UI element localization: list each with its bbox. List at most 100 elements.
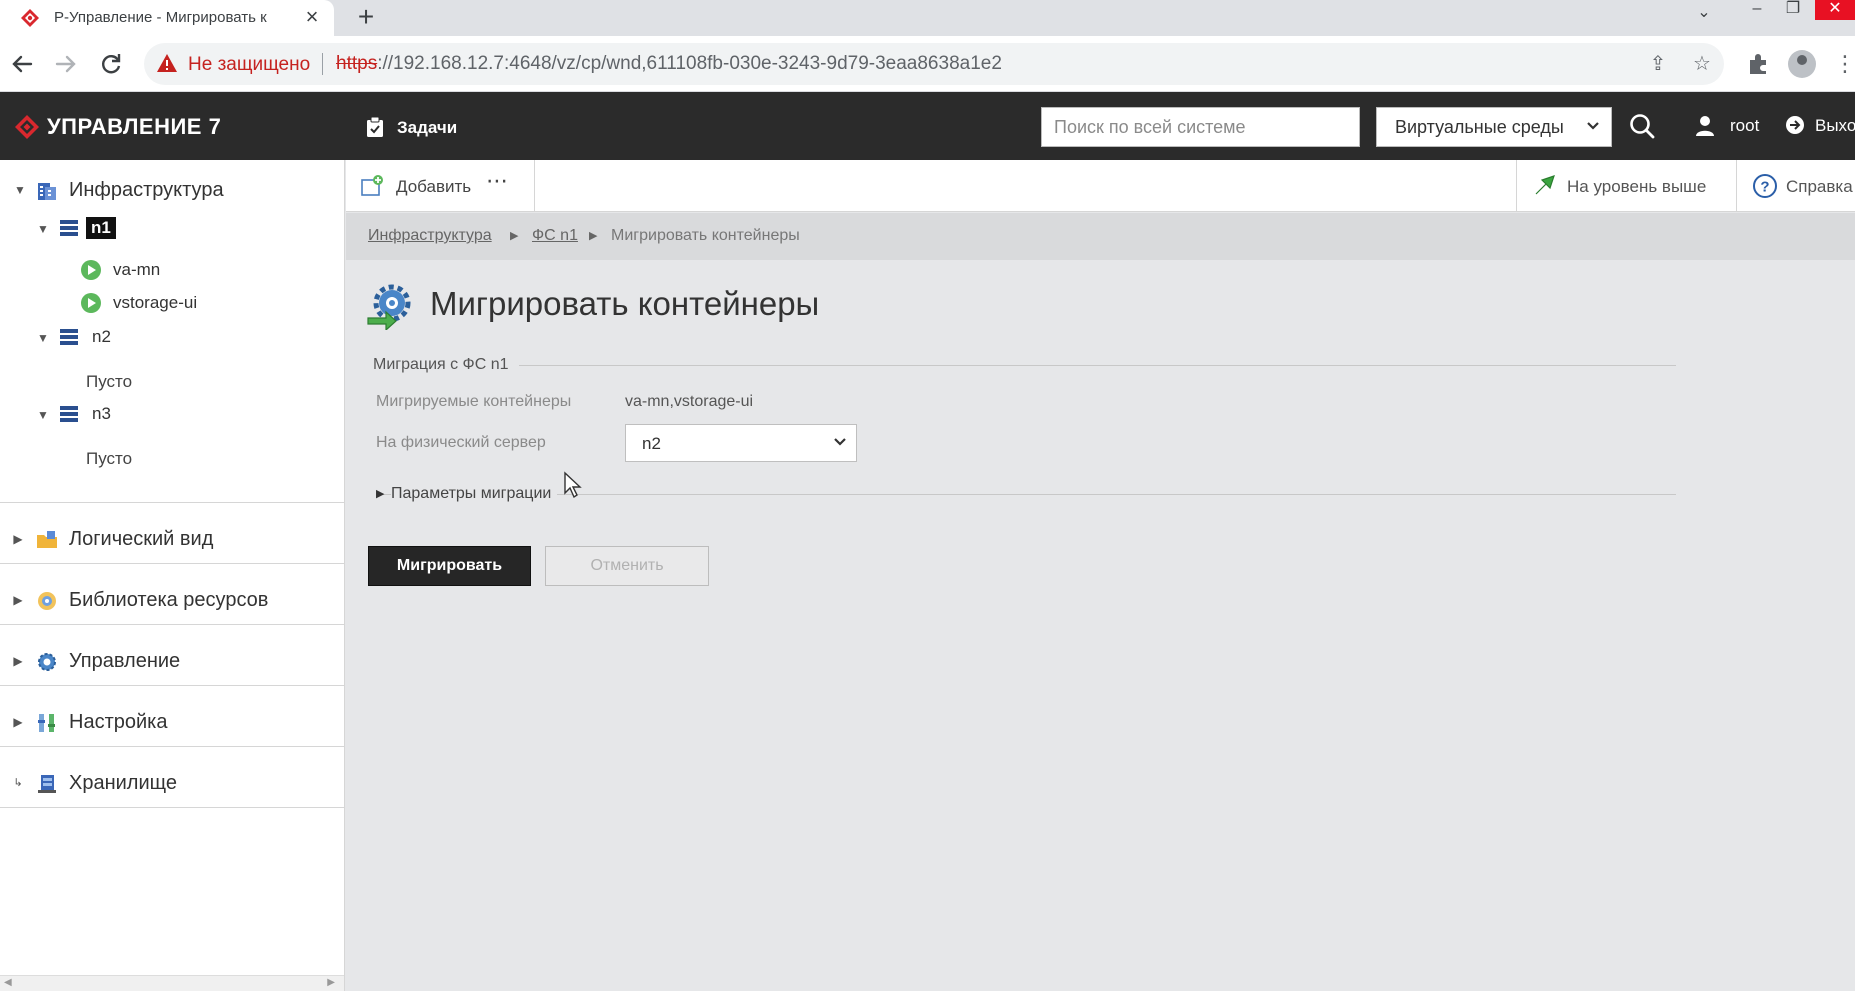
sidebar-section-logical-view[interactable]: Логический вид [69, 528, 213, 551]
empty-placeholder: Пусто [86, 449, 133, 468]
collapse-arrow-icon[interactable]: ▼ [36, 408, 50, 422]
app-favicon-icon [21, 9, 39, 27]
window-close-button[interactable]: ✕ [1815, 0, 1855, 20]
chevron-down-icon [834, 438, 846, 446]
chevron-down-icon [1587, 122, 1599, 130]
sidebar-horizontal-scrollbar[interactable]: ◀ ▶ [0, 975, 344, 991]
expand-arrow-icon[interactable]: ▶ [11, 654, 25, 668]
section-divider [0, 746, 344, 747]
tree-item-vstorage-ui[interactable]: vstorage-ui [113, 293, 197, 313]
target-server-label: На физический сервер [376, 434, 546, 451]
level-up-icon[interactable] [1532, 174, 1556, 198]
add-item-icon [361, 175, 383, 196]
extensions-puzzle-icon[interactable] [1744, 50, 1772, 78]
toolbar-divider [1736, 160, 1737, 212]
sidebar-section-management[interactable]: Управление [69, 650, 180, 673]
app-header: УПРАВЛЕНИЕ 7 Задачи Виртуальные среды ro… [0, 92, 1855, 160]
section-divider [0, 502, 344, 503]
search-icon[interactable] [1628, 112, 1656, 140]
global-search-input[interactable] [1041, 107, 1360, 147]
tree-item-n2[interactable]: n2 [92, 327, 111, 347]
library-icon [38, 592, 56, 610]
expand-arrow-icon[interactable]: ▼ [13, 183, 27, 197]
container-running-icon [81, 293, 101, 313]
breadcrumb-fs-n1[interactable]: ФС n1 [532, 227, 578, 245]
storage-icon [38, 775, 56, 793]
tree-item-n1[interactable]: n1 [86, 217, 116, 239]
address-bar[interactable]: Не защищено https://192.168.12.7:4648/vz… [144, 43, 1724, 85]
breadcrumb-infrastructure[interactable]: Инфраструктура [368, 227, 492, 245]
target-server-select[interactable]: n2 [625, 424, 857, 462]
container-running-icon [81, 260, 101, 280]
reload-icon [102, 54, 121, 74]
scroll-left-arrow-icon[interactable]: ◀ [4, 977, 12, 988]
logout-icon[interactable] [1785, 115, 1805, 135]
brand-logo-icon [15, 115, 39, 139]
minimize-button[interactable]: – [1742, 0, 1772, 20]
back-button[interactable] [6, 48, 38, 80]
expand-arrow-icon: ▶ [376, 488, 385, 500]
level-up-button[interactable]: На уровень выше [1567, 177, 1706, 197]
reload-button[interactable] [95, 48, 127, 80]
leaf-arrow-icon[interactable]: ↳ [11, 776, 25, 789]
share-icon[interactable]: ⇪ [1646, 52, 1670, 76]
expand-arrow-icon[interactable]: ▶ [11, 715, 25, 729]
sidebar-section-resource-library[interactable]: Библиотека ресурсов [69, 589, 268, 612]
migrate-containers-icon [367, 284, 411, 330]
server-icon [60, 220, 78, 236]
server-icon [60, 329, 78, 345]
containers-value: va-mn,vstorage-ui [625, 393, 754, 410]
restore-button[interactable]: ❐ [1778, 0, 1808, 20]
logout-link[interactable]: Выход [1815, 116, 1855, 136]
user-icon [1696, 116, 1714, 136]
sidebar-section-storage[interactable]: Хранилище [69, 772, 177, 795]
gear-icon [38, 653, 56, 671]
sidebar-section-settings[interactable]: Настройка [69, 711, 167, 734]
expand-arrow-icon[interactable]: ▶ [11, 532, 25, 546]
url-text[interactable]: https://192.168.12.7:4648/vz/cp/wnd,6111… [336, 53, 1002, 75]
settings-tools-icon [38, 714, 55, 732]
user-name[interactable]: root [1730, 116, 1759, 136]
profile-avatar[interactable] [1788, 50, 1816, 78]
arrow-right-icon [55, 55, 76, 73]
cancel-button[interactable]: Отменить [545, 546, 709, 586]
bookmark-star-icon[interactable]: ☆ [1690, 52, 1714, 76]
tree-item-va-mn[interactable]: va-mn [113, 260, 160, 280]
help-button[interactable]: Справка [1786, 177, 1853, 197]
brand-title[interactable]: УПРАВЛЕНИЕ 7 [47, 114, 221, 140]
infrastructure-icon [38, 183, 56, 200]
add-button-label: Добавить [396, 177, 472, 196]
main-content: Добавить ⋯ На уровень выше ? Справка Инф… [346, 160, 1855, 991]
browser-tab[interactable]: Р-Управление - Мигрировать к × [0, 0, 334, 36]
new-tab-button[interactable]: + [352, 3, 380, 31]
mouse-cursor-icon [564, 471, 582, 499]
toolbar-divider [1516, 160, 1517, 212]
forward-button[interactable] [50, 48, 82, 80]
browser-menu-icon[interactable]: ⋮ [1834, 50, 1855, 78]
help-icon[interactable]: ? [1752, 173, 1778, 199]
page-title: Мигрировать контейнеры [430, 285, 820, 322]
tab-close-button[interactable]: × [300, 5, 324, 29]
tree-item-infrastructure[interactable]: Инфраструктура [69, 179, 224, 202]
clipboard-icon [367, 117, 383, 137]
expand-arrow-icon[interactable]: ▶ [11, 593, 25, 607]
fieldset-divider [373, 365, 1676, 366]
security-label[interactable]: Не защищено [188, 54, 310, 76]
collapse-arrow-icon[interactable]: ▼ [36, 222, 50, 236]
scroll-right-arrow-icon[interactable]: ▶ [327, 977, 335, 988]
fieldset-legend: Миграция с ФС n1 [373, 356, 519, 374]
breadcrumb-separator-icon: ▶ [510, 230, 519, 242]
section-divider [0, 624, 344, 625]
browser-toolbar: Не защищено https://192.168.12.7:4648/vz… [0, 36, 1855, 92]
more-actions-button[interactable]: ⋯ [486, 168, 509, 194]
navigation-sidebar: ▼ Инфраструктура ▼ n1 va-mn vstorage-ui … [0, 160, 345, 991]
section-divider [0, 685, 344, 686]
tree-item-n3[interactable]: n3 [92, 404, 111, 424]
url-path: ://192.168.12.7:4648/vz/cp/wnd,611108fb-… [377, 53, 1002, 74]
environment-select[interactable]: Виртуальные среды [1376, 107, 1612, 147]
migrate-button[interactable]: Мигрировать [368, 546, 531, 586]
collapse-arrow-icon[interactable]: ▼ [36, 331, 50, 345]
breadcrumb-current: Мигрировать контейнеры [611, 227, 800, 244]
tab-search-button[interactable]: ⌄ [1692, 4, 1716, 24]
target-server-value: n2 [642, 434, 661, 453]
